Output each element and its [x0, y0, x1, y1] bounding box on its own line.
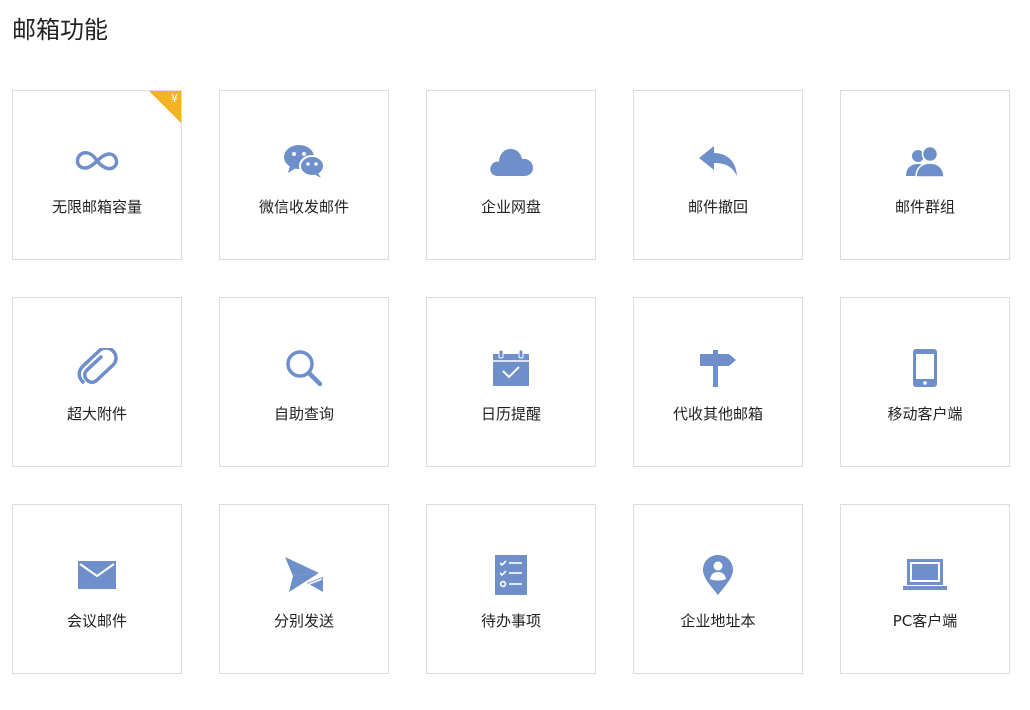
feature-card-cloud-drive[interactable]: 企业网盘 — [426, 90, 596, 260]
cloud-icon — [486, 141, 536, 181]
feature-label: 微信收发邮件 — [258, 198, 349, 216]
page-title: 邮箱功能 — [12, 16, 108, 44]
feature-label: 超大附件 — [66, 405, 127, 423]
feature-grid: ¥ 无限邮箱容量 微信收发邮件 企业网盘 邮件撤回 邮件群组 超大附件 自助查询… — [12, 90, 1010, 674]
feature-card-collect-other-mailbox[interactable]: 代收其他邮箱 — [633, 297, 803, 467]
feature-card-mail-recall[interactable]: 邮件撤回 — [633, 90, 803, 260]
feature-card-mobile-client[interactable]: 移动客户端 — [840, 297, 1010, 467]
feature-card-unlimited-storage[interactable]: ¥ 无限邮箱容量 — [12, 90, 182, 260]
feature-label: 企业地址本 — [680, 612, 756, 630]
feature-label: 待办事项 — [480, 612, 541, 630]
feature-card-pc-client[interactable]: PC客户端 — [840, 504, 1010, 674]
feature-label: 日历提醒 — [480, 405, 541, 423]
feature-label: 无限邮箱容量 — [51, 198, 142, 216]
laptop-icon — [900, 555, 950, 595]
feature-card-wechat-mail[interactable]: 微信收发邮件 — [219, 90, 389, 260]
paperclip-icon — [72, 348, 122, 388]
feature-label: PC客户端 — [892, 612, 958, 630]
envelope-icon — [72, 555, 122, 595]
infinity-icon — [72, 141, 122, 181]
feature-card-meeting-mail[interactable]: 会议邮件 — [12, 504, 182, 674]
location-pin-icon — [693, 555, 743, 595]
user-group-icon — [900, 141, 950, 181]
paper-plane-icon — [279, 555, 329, 595]
todo-list-icon — [486, 555, 536, 595]
feature-label: 代收其他邮箱 — [672, 405, 763, 423]
feature-label: 邮件撤回 — [687, 198, 748, 216]
feature-card-self-service-query[interactable]: 自助查询 — [219, 297, 389, 467]
feature-card-calendar-reminder[interactable]: 日历提醒 — [426, 297, 596, 467]
search-icon — [279, 348, 329, 388]
feature-card-address-book[interactable]: 企业地址本 — [633, 504, 803, 674]
feature-card-separate-send[interactable]: 分别发送 — [219, 504, 389, 674]
feature-label: 会议邮件 — [66, 612, 127, 630]
wechat-icon — [279, 141, 329, 181]
feature-card-todo[interactable]: 待办事项 — [426, 504, 596, 674]
yuan-badge-icon: ¥ — [171, 92, 178, 105]
calendar-icon — [486, 348, 536, 388]
feature-card-large-attachment[interactable]: 超大附件 — [12, 297, 182, 467]
reply-arrow-icon — [693, 141, 743, 181]
feature-label: 自助查询 — [273, 405, 334, 423]
feature-label: 移动客户端 — [887, 405, 963, 423]
signpost-icon — [693, 348, 743, 388]
feature-card-mail-group[interactable]: 邮件群组 — [840, 90, 1010, 260]
feature-label: 分别发送 — [273, 612, 334, 630]
mobile-phone-icon — [900, 348, 950, 388]
feature-label: 邮件群组 — [894, 198, 955, 216]
feature-label: 企业网盘 — [480, 198, 541, 216]
